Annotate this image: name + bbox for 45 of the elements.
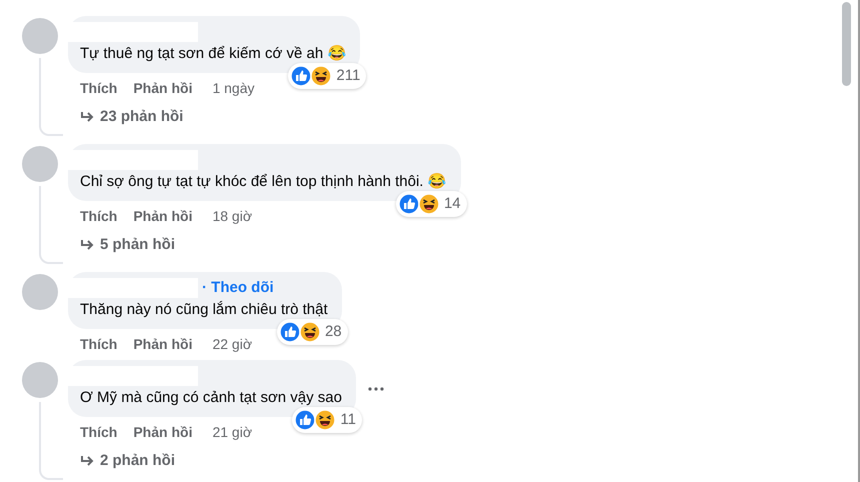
reaction-count: 211: [336, 66, 360, 86]
reaction-count: 14: [444, 194, 461, 214]
comment-action-link[interactable]: Thích: [80, 78, 118, 98]
follow-link[interactable]: · Theo dõi: [202, 276, 274, 300]
like-reaction-icon: [398, 193, 420, 215]
view-replies-button[interactable]: 5 phản hồi: [80, 234, 175, 256]
reaction-summary[interactable]: 14: [396, 191, 467, 217]
comment-action-link[interactable]: Thích: [80, 206, 118, 226]
view-replies-button[interactable]: 2 phản hồi: [80, 450, 175, 472]
scrollbar-thumb[interactable]: [842, 2, 851, 86]
comment-time[interactable]: 21 giờ: [212, 422, 252, 442]
comment-text: Chỉ sợ ông tự tạt tự khóc để lên top thịnh hành thôi. 😂: [80, 172, 447, 192]
comment-time[interactable]: 18 giờ: [212, 206, 252, 226]
comment-action-link[interactable]: Phản hồi: [133, 334, 192, 354]
avatar[interactable]: [22, 274, 58, 310]
like-reaction-icon: [294, 409, 316, 431]
laughing-reaction-icon: [314, 409, 336, 431]
reaction-summary[interactable]: 11: [292, 407, 362, 433]
avatar[interactable]: [22, 18, 58, 54]
more-options-icon[interactable]: [368, 386, 384, 390]
laughing-reaction-icon: [298, 321, 321, 343]
reply-arrow-icon: [80, 111, 94, 123]
comment-text: Tự thuê ng tạt sơn để kiếm cớ về ah 😂: [80, 44, 346, 64]
avatar[interactable]: [22, 146, 58, 182]
laughing-reaction-icon: [418, 193, 440, 215]
reaction-count: 28: [324, 322, 342, 342]
comment-time[interactable]: 22 giờ: [212, 334, 252, 354]
avatar[interactable]: [22, 362, 58, 398]
comment-text: Thăng này nó cũng lắm chiêu trò thật: [80, 300, 328, 320]
reaction-count: 11: [340, 410, 356, 430]
reaction-summary[interactable]: 211: [288, 63, 366, 89]
comment-time[interactable]: 1 ngày: [212, 78, 255, 98]
reaction-summary[interactable]: 28: [276, 319, 348, 345]
comment-action-link[interactable]: Thích: [80, 334, 118, 354]
comment-text: Ơ Mỹ mà cũng có cảnh tạt sơn vậy sao: [80, 388, 342, 408]
laughing-reaction-icon: [310, 65, 332, 87]
like-reaction-icon: [278, 321, 301, 343]
comment-action-link[interactable]: Phản hồi: [133, 422, 192, 442]
comment-action-link[interactable]: Thích: [80, 422, 118, 442]
reply-arrow-icon: [80, 239, 94, 251]
comment-action-link[interactable]: Phản hồi: [133, 78, 192, 98]
like-reaction-icon: [290, 65, 312, 87]
reply-arrow-icon: [80, 455, 94, 467]
view-replies-button[interactable]: 23 phản hồi: [80, 106, 184, 128]
comment-action-link[interactable]: Phản hồi: [133, 206, 192, 226]
